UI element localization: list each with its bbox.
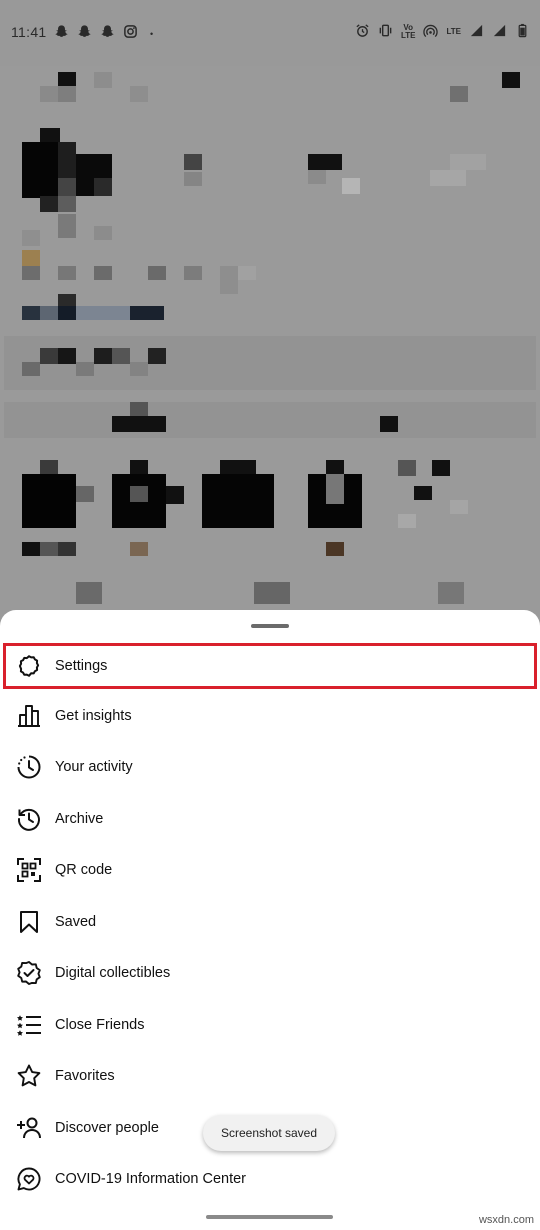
heart-chat-icon	[16, 1166, 42, 1192]
signal-icon	[492, 23, 507, 40]
status-left-icons: •	[54, 24, 153, 44]
verified-check-icon	[16, 960, 42, 986]
gesture-navigation-bar[interactable]	[206, 1215, 333, 1219]
menu-label: Your activity	[55, 759, 133, 775]
menu-label: QR code	[55, 862, 113, 878]
blurred-profile-background	[0, 66, 540, 611]
menu-item-saved[interactable]: Saved	[0, 897, 540, 947]
battery-icon	[515, 23, 530, 40]
bar-chart-icon	[16, 703, 42, 729]
menu-label: Digital collectibles	[55, 965, 171, 981]
menu-item-archive[interactable]: Archive	[0, 794, 540, 844]
activity-clock-icon	[16, 754, 42, 780]
menu-item-qr-code[interactable]: QR code	[0, 845, 540, 895]
menu-label: Get insights	[55, 708, 132, 724]
vibrate-icon	[378, 23, 393, 40]
menu-item-get-insights[interactable]: Get insights	[0, 691, 540, 741]
menu-item-close-friends[interactable]: Close Friends	[0, 1000, 540, 1050]
menu-label: Saved	[55, 914, 97, 930]
close-friends-list-icon	[16, 1012, 42, 1038]
menu-item-your-activity[interactable]: Your activity	[0, 742, 540, 792]
history-icon	[16, 806, 42, 832]
sheet-drag-handle[interactable]	[251, 624, 289, 628]
menu-label: Archive	[55, 811, 104, 827]
dot-icon: •	[150, 29, 154, 39]
add-person-icon	[16, 1115, 42, 1141]
qr-code-icon	[16, 857, 42, 883]
lte-label: LTE	[446, 26, 461, 36]
watermark: wsxdn.com	[478, 1214, 534, 1226]
menu-label: Favorites	[55, 1068, 115, 1084]
volte-icon: Vo LTE	[400, 22, 416, 40]
status-time: 11:41	[11, 24, 47, 40]
hotspot-icon	[423, 23, 439, 40]
signal-icon	[469, 23, 484, 40]
menu-label: Discover people	[55, 1120, 159, 1136]
status-bar: 11:41 • Vo LTE LTE	[0, 0, 540, 66]
menu-item-covid-info-center[interactable]: COVID-19 Information Center	[0, 1154, 540, 1204]
bookmark-icon	[16, 909, 42, 935]
star-icon	[16, 1063, 42, 1089]
status-right-icons: Vo LTE LTE	[355, 23, 530, 40]
screenshot-saved-toast: Screenshot saved	[203, 1115, 335, 1151]
menu-item-digital-collectibles[interactable]: Digital collectibles	[0, 948, 540, 998]
snapchat-icon	[54, 24, 69, 44]
snapchat-icon	[77, 24, 92, 44]
menu-label: COVID-19 Information Center	[55, 1171, 246, 1187]
alarm-icon	[355, 23, 370, 40]
snapchat-icon	[100, 24, 115, 44]
settings-highlight-box	[3, 643, 537, 689]
menu-item-favorites[interactable]: Favorites	[0, 1051, 540, 1101]
instagram-icon	[123, 24, 138, 44]
menu-label: Close Friends	[55, 1017, 145, 1033]
